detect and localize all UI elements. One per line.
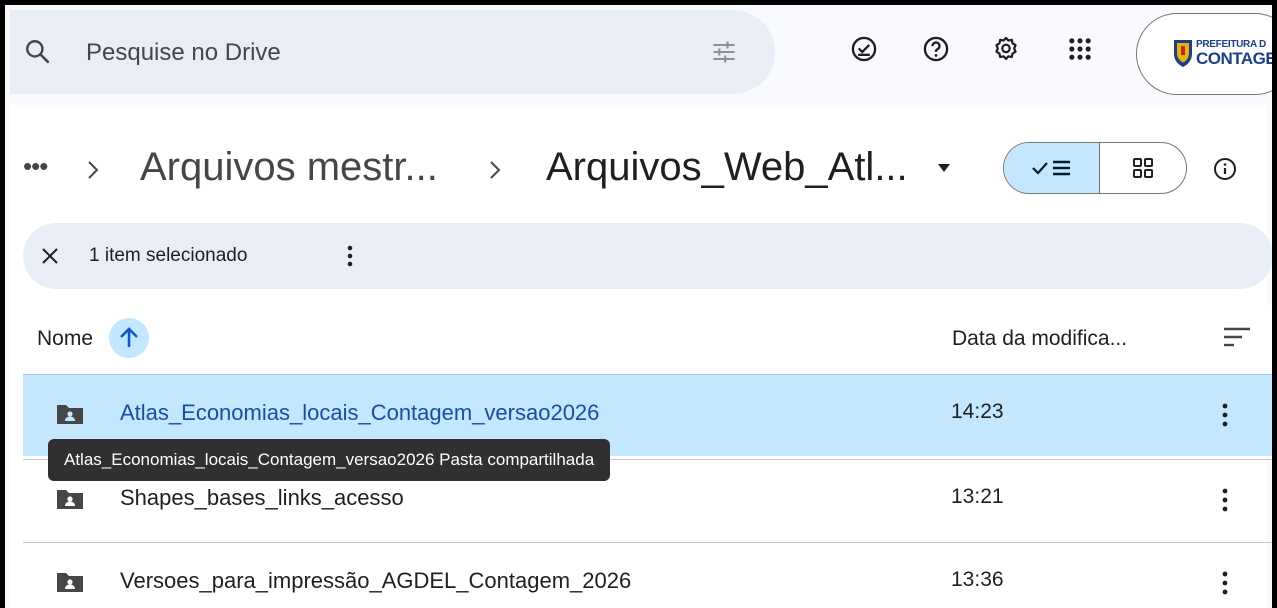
file-list-header: Nome Data da modifica... (10, 305, 1272, 375)
clear-selection-close-icon[interactable] (41, 247, 59, 265)
file-name[interactable]: Atlas_Economias_locais_Contagem_versao20… (120, 400, 599, 426)
column-header-modified[interactable]: Data da modifica... (952, 327, 1127, 351)
help-icon[interactable] (922, 35, 950, 63)
shared-folder-icon (57, 490, 83, 509)
selection-count: 1 item selecionado (89, 245, 248, 266)
file-row[interactable]: Versoes_para_impressão_AGDEL_Contagem_20… (23, 542, 1272, 608)
search-options-icon[interactable] (710, 38, 738, 66)
logo-text-main: CONTAGEM (1196, 48, 1277, 68)
check-list-icon (1031, 160, 1070, 176)
chevron-right-icon (88, 161, 99, 179)
account-logo[interactable]: PREFEITURA D CONTAGEM (1173, 36, 1277, 70)
view-toggle (1003, 142, 1187, 194)
info-icon[interactable] (1213, 157, 1237, 181)
file-name[interactable]: Shapes_bases_links_acesso (120, 485, 404, 511)
city-shield-icon (1174, 40, 1192, 67)
column-header-name[interactable]: Nome (37, 327, 93, 351)
shared-folder-icon (57, 405, 83, 424)
more-actions-icon[interactable] (1222, 403, 1228, 427)
drive-window: Pesquise no Drive PREFEITURA D CONTAGE •… (0, 0, 1277, 608)
grid-view-icon (1133, 158, 1153, 178)
file-name-tooltip: Atlas_Economias_locais_Contagem_versao20… (48, 439, 611, 481)
more-actions-icon[interactable] (347, 245, 353, 267)
file-modified-time: 14:23 (951, 400, 1004, 423)
caret-down-icon[interactable] (937, 163, 951, 173)
selection-bar: 1 item selecionado (23, 223, 1272, 289)
search-input[interactable]: Pesquise no Drive (86, 39, 281, 67)
more-actions-icon[interactable] (1222, 488, 1228, 512)
file-modified-time: 13:36 (951, 568, 1004, 591)
more-actions-icon[interactable] (1222, 571, 1228, 595)
search-icon[interactable] (24, 38, 50, 64)
breadcrumb-item-current[interactable]: Arquivos_Web_Atl... (546, 145, 908, 190)
arrow-up-icon (120, 327, 138, 347)
settings-gear-icon[interactable] (992, 35, 1020, 63)
grid-view-button[interactable] (1100, 143, 1186, 193)
offline-ready-icon[interactable] (850, 35, 878, 63)
breadcrumb-item-parent[interactable]: Arquivos mestr... (140, 145, 438, 190)
search-bar[interactable]: Pesquise no Drive (10, 10, 775, 94)
logo-text-top: PREFEITURA D (1196, 38, 1266, 50)
file-modified-time: 13:21 (951, 485, 1004, 508)
file-name[interactable]: Versoes_para_impressão_AGDEL_Contagem_20… (120, 568, 631, 594)
sort-direction-button[interactable] (109, 318, 149, 358)
breadcrumb-overflow[interactable]: ••• (23, 151, 48, 182)
shared-folder-icon (57, 573, 83, 592)
chevron-right-icon (490, 161, 501, 179)
list-view-button[interactable] (1004, 143, 1100, 193)
apps-grid-icon[interactable] (1066, 35, 1094, 63)
sort-options-icon[interactable] (1222, 325, 1252, 349)
